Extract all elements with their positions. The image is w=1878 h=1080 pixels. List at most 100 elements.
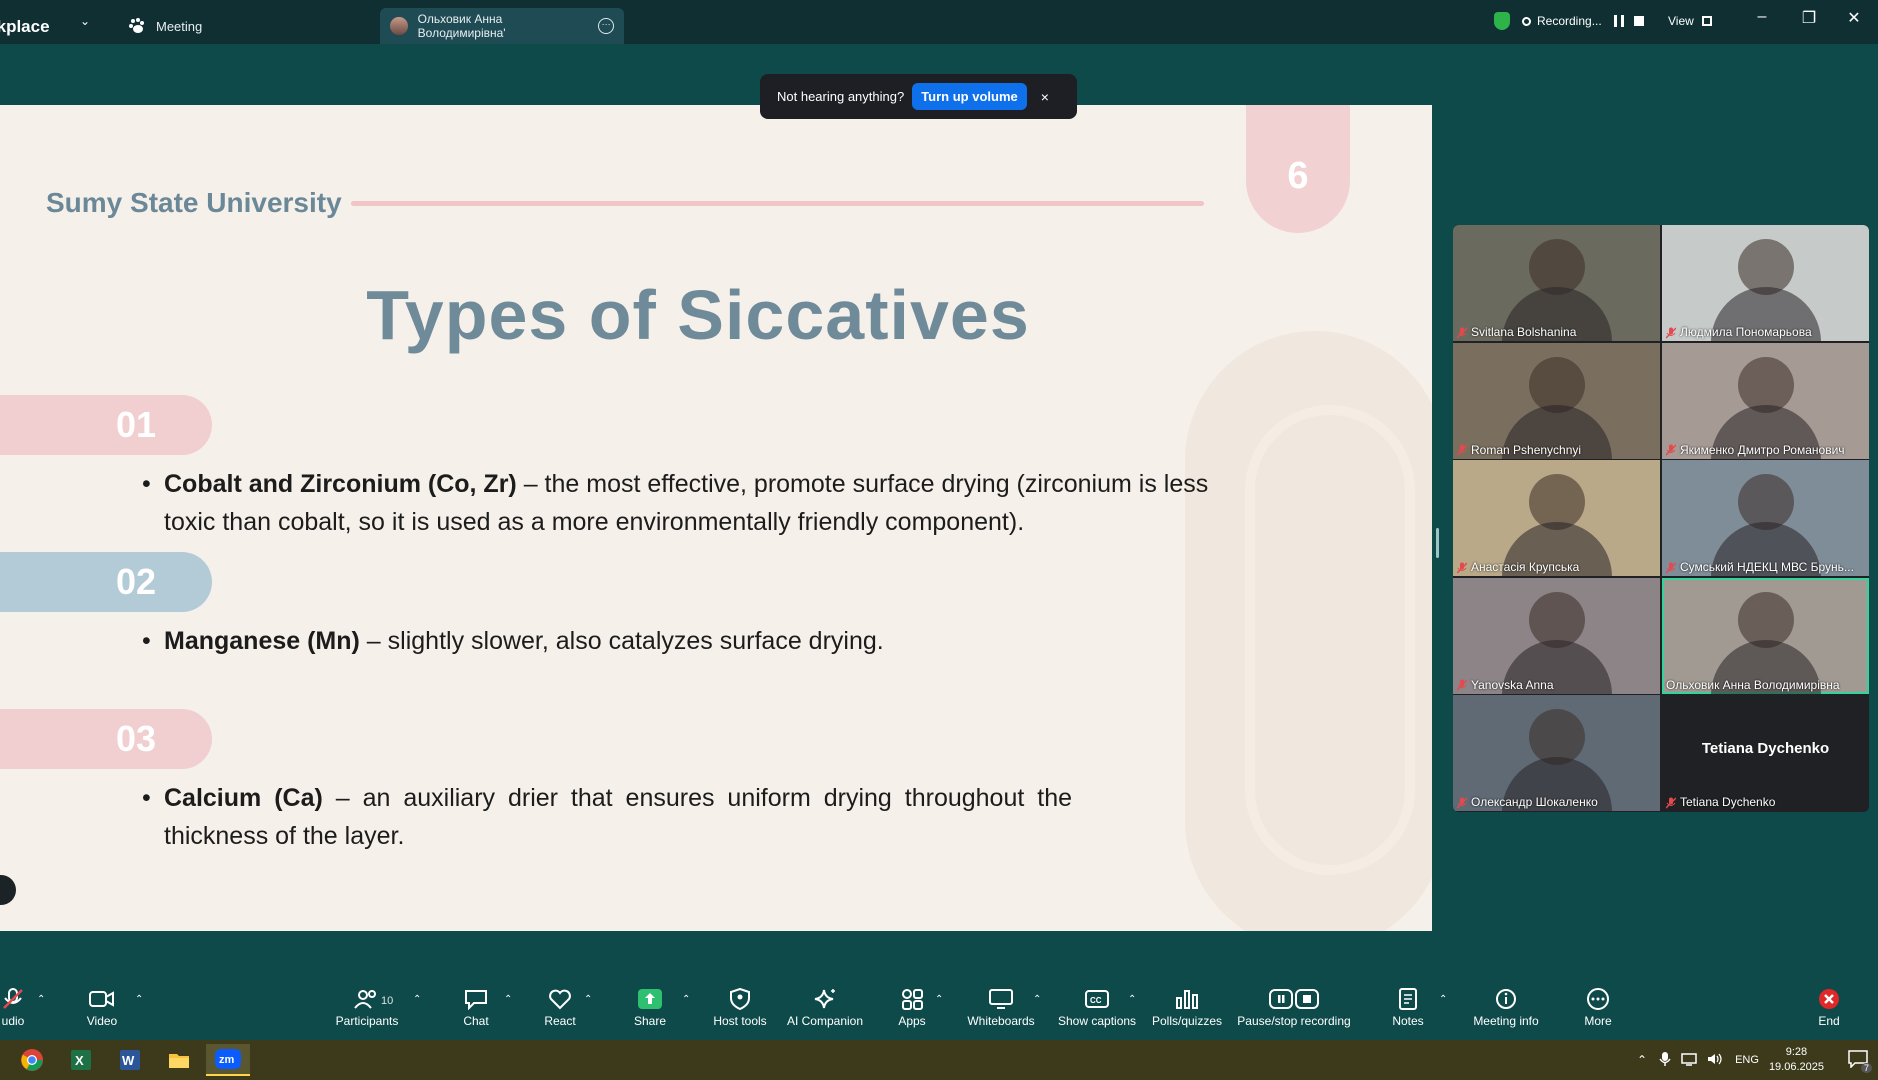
chevron-up-icon[interactable]: ⌃: [1033, 994, 1041, 1005]
participant-video-tile[interactable]: Roman Pshenychnyi: [1453, 342, 1660, 459]
host-tools-label: Host tools: [713, 1014, 767, 1028]
close-icon[interactable]: ×: [1041, 89, 1049, 105]
end-icon: [1816, 988, 1842, 1010]
chevron-up-icon[interactable]: ⌃: [682, 994, 690, 1005]
chevron-up-icon[interactable]: ⌃: [504, 994, 512, 1005]
participant-name: Олександр Шокаленко: [1456, 795, 1598, 809]
volume-icon[interactable]: [1707, 1052, 1723, 1069]
participants-button[interactable]: Participants: [332, 980, 402, 1036]
end-button[interactable]: End: [1814, 980, 1844, 1036]
resize-handle[interactable]: [1436, 528, 1439, 558]
zoom-icon[interactable]: zm: [206, 1044, 250, 1076]
minimize-icon[interactable]: –: [1748, 8, 1776, 32]
participant-name: Svitlana Bolshanina: [1456, 325, 1576, 339]
word-icon[interactable]: W: [108, 1044, 152, 1076]
pause-stop-recording-button[interactable]: Pause/stop recording: [1236, 980, 1352, 1036]
recording-indicator: Recording...: [1494, 10, 1644, 32]
chevron-up-icon[interactable]: ⌃: [413, 994, 421, 1005]
participant-video-tile[interactable]: Yanovska Anna: [1453, 577, 1660, 694]
participant-name-label: Якименко Дмитро Романович: [1680, 442, 1845, 457]
explorer-icon[interactable]: [157, 1044, 201, 1076]
polls-label: Polls/quizzes: [1151, 1014, 1223, 1028]
captions-icon: CC: [1084, 988, 1110, 1010]
tab-meeting[interactable]: Meeting: [128, 8, 202, 44]
more-label: More: [1584, 1014, 1612, 1028]
share-screen-icon: [637, 988, 663, 1010]
participants-icon: [354, 988, 380, 1010]
participant-name: Tetiana Dychenko: [1665, 795, 1775, 809]
more-icon: [1585, 988, 1611, 1010]
participant-video-tile[interactable]: Анастасія Крупська: [1453, 460, 1660, 576]
section-number: 02: [0, 552, 212, 612]
tab-shared-screen[interactable]: Ольховик Анна Володимирівна' ···: [380, 8, 624, 44]
chat-button[interactable]: Chat: [460, 980, 492, 1036]
shared-slide: 6 Sumy State University Types of Siccati…: [0, 105, 1432, 931]
time: 9:28: [1785, 1046, 1808, 1058]
chevron-up-icon[interactable]: ⌃: [935, 994, 943, 1005]
mic-muted-icon: [1665, 327, 1677, 339]
slide-title: Types of Siccatives: [366, 276, 1030, 354]
notes-button[interactable]: Notes: [1390, 980, 1426, 1036]
participant-video-tile[interactable]: Ольховик Анна Володимирівна: [1662, 577, 1869, 694]
chevron-up-icon[interactable]: ⌃: [1128, 994, 1136, 1005]
network-icon[interactable]: [1681, 1052, 1697, 1069]
chevron-up-icon[interactable]: ⌃: [135, 994, 143, 1005]
video-gallery: Svitlana Bolshanina Людмила Пономарьова Ro…: [1453, 225, 1869, 812]
mic-muted-icon: [1665, 797, 1677, 809]
meeting-info-button[interactable]: Meeting info: [1470, 980, 1542, 1036]
notes-icon: [1395, 988, 1421, 1010]
show-captions-button[interactable]: CC Show captions: [1058, 980, 1136, 1036]
item-term: Cobalt and Zirconium (Co, Zr): [164, 470, 517, 498]
video-label: Video: [86, 1014, 118, 1028]
app-brand: n rkplace: [0, 17, 50, 36]
close-icon[interactable]: ✕: [1840, 8, 1868, 32]
mic-muted-icon: [1665, 562, 1677, 574]
chevron-up-icon[interactable]: ⌃: [1439, 994, 1447, 1005]
share-button[interactable]: Share: [632, 980, 668, 1036]
video-button[interactable]: Video: [82, 980, 122, 1036]
turn-up-volume-button[interactable]: Turn up volume: [912, 83, 1027, 110]
language-indicator[interactable]: ENG: [1735, 1054, 1759, 1066]
participant-name: Сумський НДЕКЦ МВС Брунь...: [1665, 560, 1854, 574]
participant-video-tile[interactable]: Якименко Дмитро Романович: [1662, 342, 1869, 459]
item-term: Calcium (Ca): [164, 784, 323, 812]
shield-icon: [1494, 12, 1510, 30]
chevron-down-icon[interactable]: ⌄: [80, 14, 90, 28]
annotate-pen-icon[interactable]: [0, 875, 16, 905]
react-button[interactable]: React: [540, 980, 580, 1036]
chevron-up-icon[interactable]: ⌃: [37, 994, 45, 1005]
excel-icon[interactable]: X: [59, 1044, 103, 1076]
participant-video-tile[interactable]: Людмила Пономарьова: [1662, 225, 1869, 341]
notification-count: 7: [1860, 1062, 1872, 1073]
whiteboards-button[interactable]: Whiteboards: [966, 980, 1036, 1036]
more-options-icon[interactable]: ···: [598, 18, 614, 34]
pause-icon[interactable]: [1613, 15, 1624, 27]
participant-video-tile[interactable]: Олександр Шокаленко: [1453, 695, 1660, 811]
participant-video-tile[interactable]: Сумський НДЕКЦ МВС Брунь...: [1662, 460, 1869, 576]
mic-muted-icon: [1456, 797, 1468, 809]
clock[interactable]: 9:28 19.06.2025: [1769, 1045, 1824, 1075]
more-button[interactable]: More: [1580, 980, 1616, 1036]
whiteboard-icon: [988, 988, 1014, 1010]
chrome-icon[interactable]: [10, 1044, 54, 1076]
apps-button[interactable]: Apps: [896, 980, 928, 1036]
chevron-up-icon[interactable]: ⌃: [584, 994, 592, 1005]
chevron-up-icon[interactable]: ⌃: [1637, 1053, 1647, 1067]
title-bar: n rkplace ⌄ Meeting Ольховик Анна Володи…: [0, 0, 1878, 44]
notifications-icon[interactable]: 7: [1848, 1049, 1872, 1073]
polls-button[interactable]: Polls/quizzes: [1150, 980, 1224, 1036]
restore-icon[interactable]: ❐: [1795, 8, 1823, 32]
participants-label: Participants: [335, 1014, 399, 1028]
participant-video-tile[interactable]: Tetiana Dychenko Tetiana Dychenko: [1662, 695, 1869, 811]
audio-button[interactable]: udio: [0, 980, 32, 1036]
list-item: • Calcium (Ca) – an auxiliary drier that…: [142, 784, 1072, 850]
view-button[interactable]: View: [1668, 10, 1712, 32]
participant-video-tile[interactable]: Svitlana Bolshanina: [1453, 225, 1660, 341]
ai-companion-button[interactable]: AI Companion: [785, 980, 865, 1036]
decor-shape: [1245, 405, 1415, 875]
apps-label: Apps: [898, 1014, 926, 1028]
audio-label: udio: [1, 1014, 25, 1028]
host-tools-button[interactable]: Host tools: [710, 980, 770, 1036]
stop-icon[interactable]: [1633, 16, 1644, 26]
microphone-icon[interactable]: [1659, 1051, 1671, 1070]
